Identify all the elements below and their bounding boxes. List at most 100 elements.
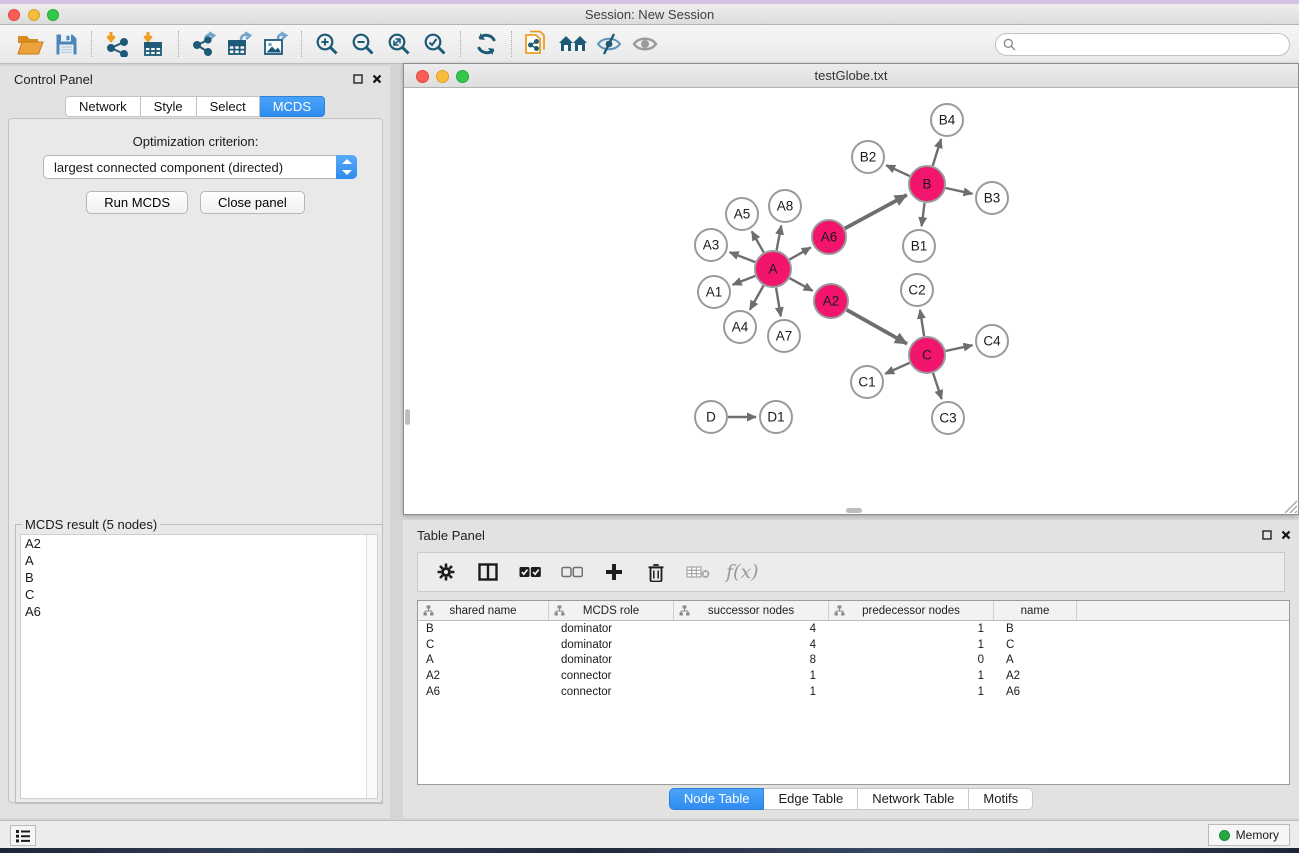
column-header-predecessor-nodes[interactable]: predecessor nodes <box>829 601 994 620</box>
memory-button[interactable]: Memory <box>1208 824 1290 846</box>
table-cell[interactable]: dominator <box>549 623 674 635</box>
float-panel-icon[interactable] <box>1262 530 1272 540</box>
graph-edge-B-B4[interactable] <box>933 139 941 166</box>
import-table-button[interactable] <box>135 28 171 60</box>
graph-edge-B-B1[interactable] <box>922 203 925 226</box>
table-row[interactable]: Cdominator41C <box>418 637 1289 653</box>
node-table[interactable]: shared nameMCDS rolesuccessor nodesprede… <box>417 600 1290 785</box>
new-network-from-selection-button[interactable] <box>519 28 555 60</box>
mcds-result-list[interactable]: A2ABCA6 <box>20 534 378 799</box>
float-panel-icon[interactable] <box>353 74 363 84</box>
table-cell[interactable]: 0 <box>829 654 994 666</box>
table-cell[interactable]: connector <box>549 686 674 698</box>
table-cell[interactable]: A <box>418 654 549 666</box>
export-image-button[interactable] <box>258 28 294 60</box>
graph-edge-A6-B[interactable] <box>845 195 907 228</box>
column-header-successor-nodes[interactable]: successor nodes <box>674 601 829 620</box>
task-history-button[interactable] <box>10 825 36 846</box>
table-cell[interactable]: A6 <box>418 686 549 698</box>
table-settings-button[interactable] <box>432 558 460 586</box>
column-header-name[interactable]: name <box>994 601 1077 620</box>
graph-edge-B-B3[interactable] <box>946 188 973 194</box>
zoom-out-button[interactable] <box>345 28 381 60</box>
table-cell[interactable]: connector <box>549 670 674 682</box>
table-row[interactable]: Adominator80A <box>418 653 1289 669</box>
mcds-result-item[interactable]: B <box>21 569 377 586</box>
optimization-criterion-select[interactable]: largest connected component (directed) <box>43 155 357 179</box>
graph-edge-A-A7[interactable] <box>776 288 781 317</box>
table-row[interactable]: Bdominator41B <box>418 621 1289 637</box>
create-column-button[interactable] <box>600 558 628 586</box>
table-cell[interactable]: 1 <box>674 670 829 682</box>
network-zoom-button[interactable] <box>456 70 469 83</box>
table-cell[interactable]: A <box>994 654 1077 666</box>
table-cell[interactable]: 4 <box>674 639 829 651</box>
vertical-scrollbar-thumb[interactable] <box>405 409 410 425</box>
mcds-result-item[interactable]: A6 <box>21 603 377 620</box>
table-cell[interactable]: 8 <box>674 654 829 666</box>
tab-mcds[interactable]: MCDS <box>260 96 325 117</box>
close-panel-icon[interactable] <box>1281 530 1291 540</box>
export-table-button[interactable] <box>222 28 258 60</box>
graph-edge-A-A1[interactable] <box>733 276 756 285</box>
mcds-result-item[interactable]: C <box>21 586 377 603</box>
close-panel-icon[interactable] <box>372 74 382 84</box>
graph-edge-C-C4[interactable] <box>946 345 973 351</box>
table-cell[interactable]: 1 <box>829 686 994 698</box>
first-neighbors-button[interactable] <box>555 28 591 60</box>
tab-network[interactable]: Network <box>65 96 141 117</box>
open-session-button[interactable] <box>12 28 48 60</box>
table-cell[interactable]: dominator <box>549 639 674 651</box>
show-columns-button[interactable] <box>474 558 502 586</box>
table-cell[interactable]: dominator <box>549 654 674 666</box>
tab-select[interactable]: Select <box>197 96 260 117</box>
tab-network-table[interactable]: Network Table <box>858 788 969 810</box>
table-row[interactable]: A2connector11A2 <box>418 668 1289 684</box>
graph-edge-A-A6[interactable] <box>789 247 810 259</box>
refresh-view-button[interactable] <box>468 28 504 60</box>
export-network-button[interactable] <box>186 28 222 60</box>
result-list-scrollbar[interactable] <box>366 535 377 798</box>
column-header-MCDS-role[interactable]: MCDS role <box>549 601 674 620</box>
import-network-button[interactable] <box>99 28 135 60</box>
table-cell[interactable]: A2 <box>418 670 549 682</box>
graph-edge-C-C1[interactable] <box>885 363 909 374</box>
column-header-shared-name[interactable]: shared name <box>418 601 549 620</box>
table-cell[interactable]: 4 <box>674 623 829 635</box>
table-cell[interactable]: 1 <box>674 686 829 698</box>
network-canvas[interactable]: ABCA6A2A1A3A4A5A7A8B1B2B3B4C1C2C3C4DD1 <box>404 88 1298 514</box>
network-close-button[interactable] <box>416 70 429 83</box>
table-row[interactable]: A6connector11A6 <box>418 684 1289 700</box>
table-cell[interactable]: C <box>418 639 549 651</box>
app-titlebar[interactable]: Session: New Session <box>0 4 1299 25</box>
table-cell[interactable]: 1 <box>829 670 994 682</box>
function-builder-button[interactable]: f(x) <box>726 558 759 586</box>
table-cell[interactable]: C <box>994 639 1077 651</box>
table-cell[interactable]: 1 <box>829 639 994 651</box>
graph-edge-A-A4[interactable] <box>750 286 764 310</box>
graph-edge-A-A2[interactable] <box>790 278 813 291</box>
tab-motifs[interactable]: Motifs <box>969 788 1033 810</box>
save-session-button[interactable] <box>48 28 84 60</box>
zoom-selected-button[interactable] <box>417 28 453 60</box>
table-cell[interactable]: B <box>994 623 1077 635</box>
graph-edge-A-A3[interactable] <box>730 252 756 262</box>
mcds-result-item[interactable]: A <box>21 552 377 569</box>
delete-columns-button[interactable] <box>642 558 670 586</box>
resize-grip-icon[interactable] <box>1283 499 1297 513</box>
delete-table-button[interactable] <box>684 558 712 586</box>
tab-style[interactable]: Style <box>141 96 197 117</box>
table-cell[interactable]: 1 <box>829 623 994 635</box>
graph-edge-C-C2[interactable] <box>920 310 924 336</box>
horizontal-scrollbar-thumb[interactable] <box>846 508 862 513</box>
zoom-in-button[interactable] <box>309 28 345 60</box>
table-cell[interactable]: A6 <box>994 686 1077 698</box>
graph-edge-C-C3[interactable] <box>933 373 942 399</box>
select-all-columns-button[interactable] <box>516 558 544 586</box>
tab-edge-table[interactable]: Edge Table <box>764 788 858 810</box>
graph-edge-A2-C[interactable] <box>847 310 907 344</box>
run-mcds-button[interactable]: Run MCDS <box>86 191 188 214</box>
toolbar-search[interactable] <box>995 33 1290 56</box>
tab-node-table[interactable]: Node Table <box>669 788 765 810</box>
hide-graphics-button[interactable] <box>591 28 627 60</box>
